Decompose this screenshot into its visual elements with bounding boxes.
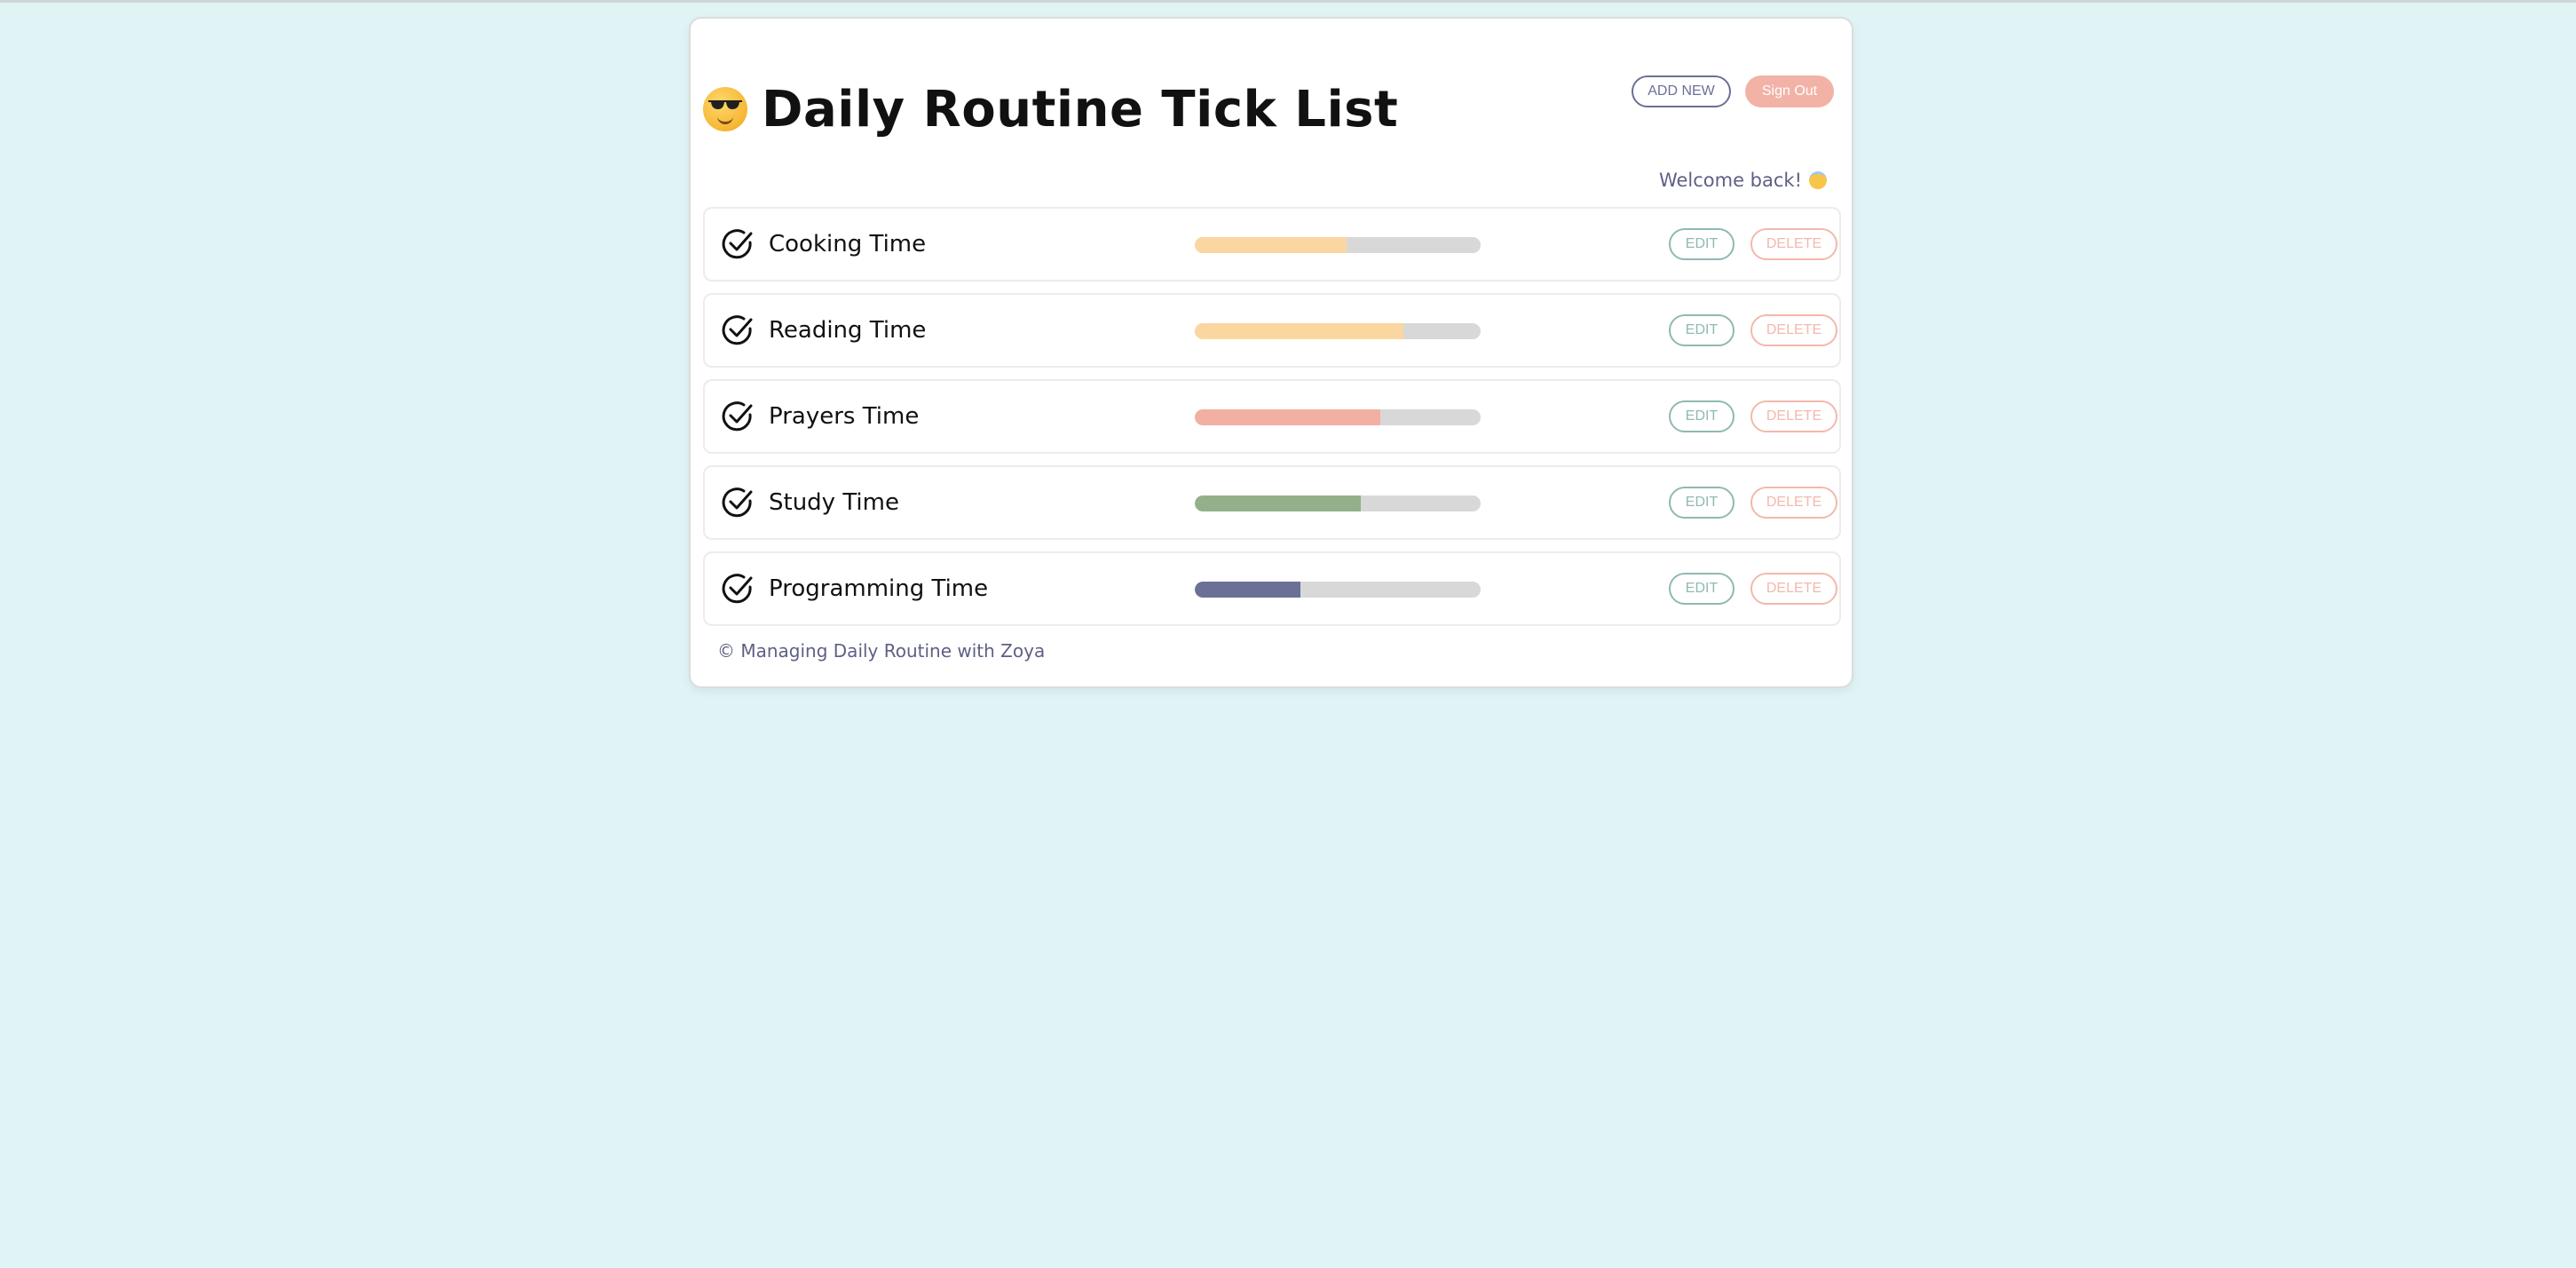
routine-progress-bar: [1195, 409, 1481, 425]
routine-row: Programming Time EDIT DELETE: [703, 551, 1841, 626]
delete-button[interactable]: DELETE: [1750, 400, 1837, 432]
smiling-face-with-halo-icon: [1809, 171, 1827, 189]
routine-progress-fill: [1195, 582, 1301, 598]
routine-progress-bar: [1195, 237, 1481, 253]
delete-button[interactable]: DELETE: [1750, 487, 1837, 519]
smiling-face-with-sunglasses-icon: [703, 87, 747, 131]
routine-label: Cooking Time: [769, 231, 927, 258]
routine-progress-bar: [1195, 323, 1481, 339]
edit-button[interactable]: EDIT: [1669, 573, 1734, 605]
footer-text: © Managing Daily Routine with Zoya: [717, 640, 1046, 662]
routine-progress-fill: [1195, 237, 1347, 253]
sign-out-button[interactable]: Sign Out: [1745, 75, 1834, 107]
check-circle-icon[interactable]: [721, 486, 755, 519]
check-circle-icon[interactable]: [721, 572, 755, 606]
edit-button[interactable]: EDIT: [1669, 314, 1734, 346]
routine-list: Cooking Time EDIT DELETE Reading Time EDIT DE…: [703, 207, 1841, 638]
check-circle-icon[interactable]: [721, 400, 755, 433]
routine-label: Programming Time: [769, 575, 989, 602]
routine-label: Study Time: [769, 489, 899, 516]
edit-button[interactable]: EDIT: [1669, 487, 1734, 519]
check-circle-icon[interactable]: [721, 313, 755, 347]
browser-top-border: [0, 0, 2576, 3]
delete-button[interactable]: DELETE: [1750, 573, 1837, 605]
edit-button[interactable]: EDIT: [1669, 228, 1734, 260]
routine-row: Prayers Time EDIT DELETE: [703, 379, 1841, 454]
routine-label: Prayers Time: [769, 403, 920, 430]
routine-progress-bar: [1195, 495, 1481, 511]
routine-progress-fill: [1195, 323, 1404, 339]
routine-progress-bar: [1195, 582, 1481, 598]
edit-button[interactable]: EDIT: [1669, 400, 1734, 432]
routine-card: Daily Routine Tick List ADD NEW Sign Out…: [689, 17, 1853, 688]
routine-row: Study Time EDIT DELETE: [703, 465, 1841, 540]
welcome-text: Welcome back!: [1658, 170, 1802, 191]
routine-row: Reading Time EDIT DELETE: [703, 293, 1841, 368]
page-title: Daily Routine Tick List: [762, 80, 1399, 139]
page-header: Daily Routine Tick List: [703, 65, 1398, 154]
delete-button[interactable]: DELETE: [1750, 314, 1837, 346]
delete-button[interactable]: DELETE: [1750, 228, 1837, 260]
check-circle-icon[interactable]: [721, 227, 755, 261]
welcome-message: Welcome back!: [1659, 170, 1827, 191]
routine-progress-fill: [1195, 495, 1361, 511]
routine-row: Cooking Time EDIT DELETE: [703, 207, 1841, 281]
routine-label: Reading Time: [769, 317, 927, 344]
add-new-button[interactable]: ADD NEW: [1632, 75, 1731, 107]
routine-progress-fill: [1195, 409, 1381, 425]
